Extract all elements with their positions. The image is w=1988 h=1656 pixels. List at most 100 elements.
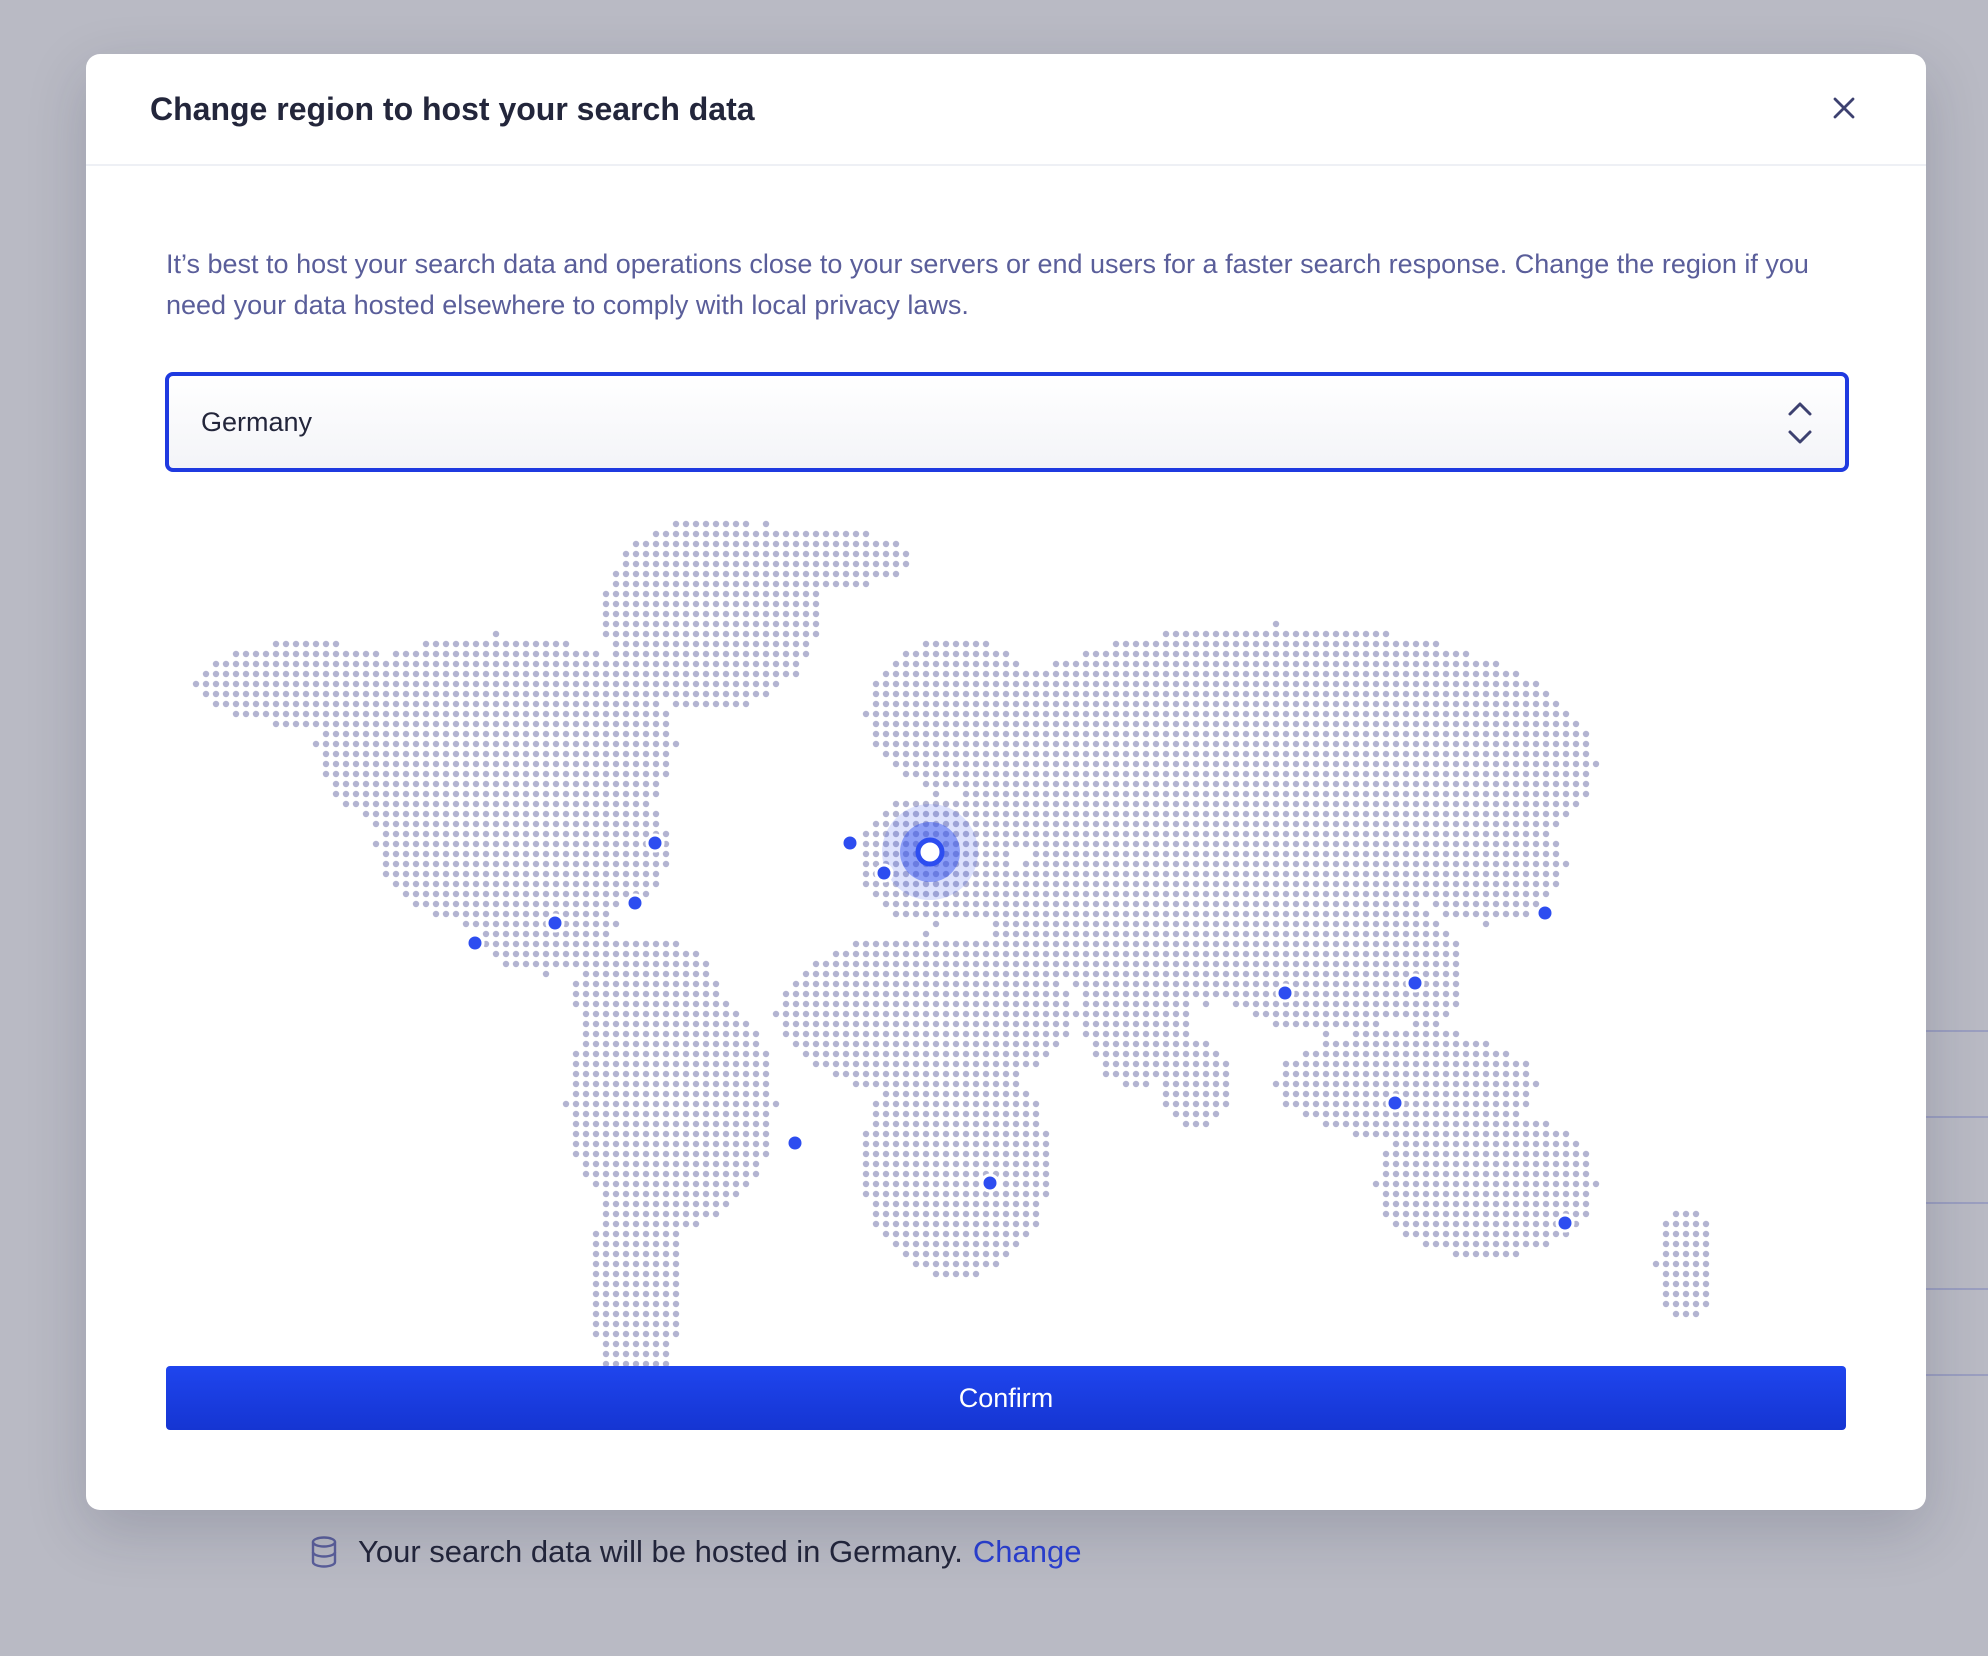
land-dot — [1212, 840, 1220, 848]
land-dot — [1362, 800, 1370, 808]
land-dot — [1542, 800, 1550, 808]
land-dot — [752, 1060, 760, 1068]
land-dot — [902, 960, 910, 968]
land-dot — [662, 1120, 670, 1128]
land-dot — [1492, 1130, 1500, 1138]
land-dot — [532, 870, 540, 878]
land-dot — [432, 900, 440, 908]
land-dot — [592, 1150, 600, 1158]
land-dot — [1012, 750, 1020, 758]
land-dot — [882, 540, 890, 548]
land-dot — [1282, 970, 1290, 978]
land-dot — [1452, 760, 1460, 768]
land-dot — [1272, 910, 1280, 918]
land-dot — [1382, 1040, 1390, 1048]
land-dot — [1162, 660, 1170, 668]
land-dot — [582, 970, 590, 978]
land-dot — [512, 820, 520, 828]
land-dot — [1082, 910, 1090, 918]
land-dot — [362, 770, 370, 778]
land-dot — [1352, 780, 1360, 788]
region-select[interactable]: Germany — [165, 372, 1849, 472]
land-dot — [702, 1100, 710, 1108]
land-dot — [1032, 1110, 1040, 1118]
land-dot — [1532, 900, 1540, 908]
land-dot — [682, 1100, 690, 1108]
land-dot — [1542, 1130, 1550, 1138]
land-dot — [1482, 1130, 1490, 1138]
land-dot — [292, 680, 300, 688]
land-dot — [942, 990, 950, 998]
land-dot — [1412, 1040, 1420, 1048]
land-dot — [952, 750, 960, 758]
land-dot — [1022, 750, 1030, 758]
land-dot — [962, 730, 970, 738]
land-dot — [612, 720, 620, 728]
land-dot — [392, 850, 400, 858]
land-dot — [1142, 1050, 1150, 1058]
land-dot — [942, 1130, 950, 1138]
land-dot — [1462, 670, 1470, 678]
land-dot — [782, 640, 790, 648]
land-dot — [1172, 810, 1180, 818]
land-dot — [522, 690, 530, 698]
land-dot — [512, 740, 520, 748]
land-dot — [372, 750, 380, 758]
land-dot — [612, 1030, 620, 1038]
land-dot — [1342, 890, 1350, 898]
land-dot — [1472, 1090, 1480, 1098]
land-dot — [892, 710, 900, 718]
land-dot — [832, 980, 840, 988]
change-region-link[interactable]: Change — [973, 1534, 1082, 1570]
land-dot — [1192, 770, 1200, 778]
land-dot — [432, 770, 440, 778]
land-dot — [1112, 920, 1120, 928]
land-dot — [972, 990, 980, 998]
land-dot — [1142, 1060, 1150, 1068]
land-dot — [1092, 680, 1100, 688]
land-dot — [1042, 1000, 1050, 1008]
land-dot — [562, 870, 570, 878]
land-dot — [1522, 910, 1530, 918]
land-dot — [1432, 1130, 1440, 1138]
land-dot — [392, 750, 400, 758]
land-dot — [362, 800, 370, 808]
land-dot — [1222, 940, 1230, 948]
land-dot — [762, 1090, 770, 1098]
land-dot — [1132, 950, 1140, 958]
land-dot — [632, 1030, 640, 1038]
land-dot — [662, 670, 670, 678]
close-button[interactable] — [1826, 90, 1862, 126]
land-dot — [1322, 690, 1330, 698]
land-dot — [1322, 770, 1330, 778]
land-dot — [1472, 1040, 1480, 1048]
land-dot — [1232, 910, 1240, 918]
land-dot — [962, 760, 970, 768]
land-dot — [1122, 720, 1130, 728]
land-dot — [342, 800, 350, 808]
land-dot — [522, 860, 530, 868]
land-dot — [622, 960, 630, 968]
land-dot — [932, 910, 940, 918]
land-dot — [562, 1100, 570, 1108]
land-dot — [792, 540, 800, 548]
land-dot — [1492, 740, 1500, 748]
land-dot — [882, 550, 890, 558]
land-dot — [1122, 910, 1130, 918]
land-dot — [1152, 1030, 1160, 1038]
land-dot — [1382, 910, 1390, 918]
land-dot — [1512, 840, 1520, 848]
land-dot — [1242, 780, 1250, 788]
land-dot — [1032, 890, 1040, 898]
land-dot — [962, 740, 970, 748]
world-map — [192, 520, 1710, 1368]
land-dot — [1092, 690, 1100, 698]
land-dot — [672, 1050, 680, 1058]
land-dot — [1072, 950, 1080, 958]
land-dot — [982, 1010, 990, 1018]
land-dot — [1432, 1030, 1440, 1038]
land-dot — [1012, 670, 1020, 678]
land-dot — [972, 740, 980, 748]
land-dot — [1552, 740, 1560, 748]
land-dot — [1022, 1120, 1030, 1128]
